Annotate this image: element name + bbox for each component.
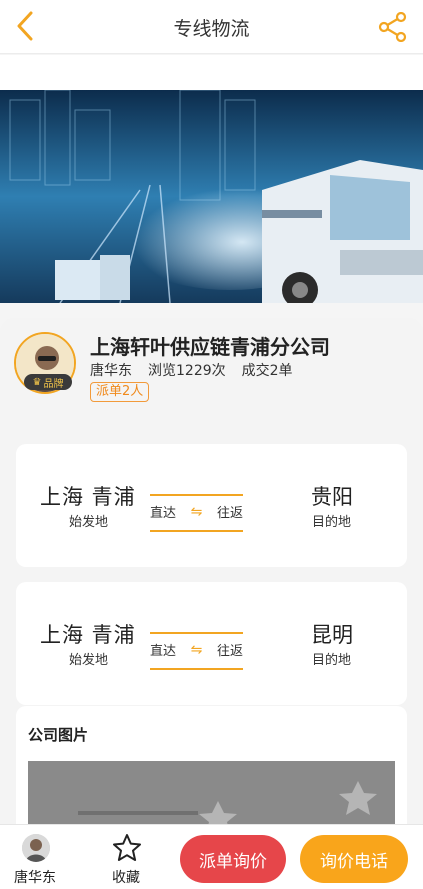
route-destination-label: 目的地 bbox=[312, 515, 352, 530]
route-trip-label: 往返 bbox=[216, 506, 243, 521]
route-origin-label: 始发地 bbox=[69, 653, 109, 668]
phone-inquiry-button[interactable]: 询价电话 bbox=[300, 835, 408, 883]
route-card[interactable]: 上海 青浦 始发地 直达 ⇋ 往返 贵阳 目的地 bbox=[16, 444, 407, 567]
company-meta: 唐华东 浏览1229次 成交2单 bbox=[90, 360, 293, 380]
bottom-action-bar: 唐华东 收藏 派单询价 询价电话 bbox=[0, 824, 423, 889]
route-origin: 上海 青浦 bbox=[40, 485, 136, 509]
route-line bbox=[150, 632, 243, 634]
contact-avatar[interactable] bbox=[22, 834, 50, 862]
route-mode-label: 直达 bbox=[150, 644, 177, 659]
route-destination: 贵阳 bbox=[311, 485, 353, 509]
contact-label[interactable]: 唐华东 bbox=[14, 867, 56, 887]
company-photos-section: 公司图片 bbox=[16, 706, 407, 838]
view-count: 浏览1229次 bbox=[148, 363, 226, 379]
route-mode: 直达 ⇋ 往返 bbox=[150, 640, 243, 660]
route-line bbox=[150, 494, 243, 496]
route-card[interactable]: 上海 青浦 始发地 直达 ⇋ 往返 昆明 目的地 bbox=[16, 582, 407, 705]
route-line bbox=[150, 668, 243, 670]
star-icon[interactable] bbox=[112, 833, 142, 863]
company-name: 上海轩叶供应链青浦分公司 bbox=[90, 335, 330, 359]
share-button[interactable] bbox=[377, 11, 409, 43]
crown-icon: ♛ bbox=[32, 376, 42, 388]
route-destination: 昆明 bbox=[311, 623, 353, 647]
swap-arrows-icon: ⇋ bbox=[190, 503, 203, 520]
page-title: 专线物流 bbox=[173, 18, 250, 40]
section-title: 公司图片 bbox=[28, 726, 89, 744]
route-destination-label: 目的地 bbox=[312, 653, 352, 668]
route-origin: 上海 青浦 bbox=[40, 623, 136, 647]
dispatch-badge: 派单2人 bbox=[90, 382, 150, 402]
route-origin-label: 始发地 bbox=[69, 515, 109, 530]
route-mode: 直达 ⇋ 往返 bbox=[150, 502, 243, 522]
deal-count: 成交2单 bbox=[241, 363, 293, 379]
route-line bbox=[150, 530, 243, 532]
top-bar: 专线物流 bbox=[0, 0, 423, 54]
route-trip-label: 往返 bbox=[216, 644, 243, 659]
header-spacer bbox=[0, 55, 423, 90]
share-icon bbox=[378, 12, 407, 42]
brand-badge-label: 品牌 bbox=[43, 378, 64, 390]
dispatch-inquiry-button[interactable]: 派单询价 bbox=[180, 835, 286, 883]
route-mode-label: 直达 bbox=[150, 506, 177, 521]
contact-name: 唐华东 bbox=[90, 363, 132, 379]
swap-arrows-icon: ⇋ bbox=[190, 641, 203, 658]
favorite-label[interactable]: 收藏 bbox=[112, 867, 140, 887]
banner-image bbox=[0, 90, 423, 303]
brand-badge: ♛ 品牌 bbox=[24, 374, 72, 390]
